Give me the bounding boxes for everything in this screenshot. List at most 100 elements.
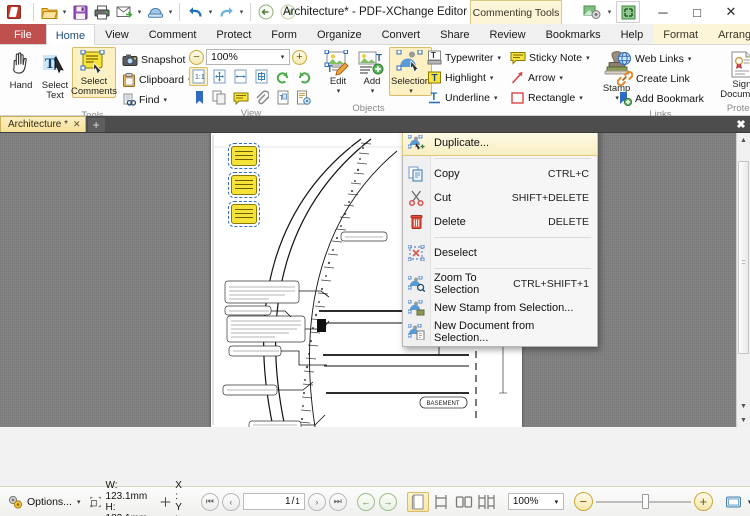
options-dropdown-arrow[interactable]: ▾ — [77, 498, 81, 506]
properties-pane-icon[interactable] — [294, 88, 313, 107]
two-page-icon[interactable] — [453, 492, 475, 512]
rectangle-button[interactable]: Rectangle ▾ — [507, 88, 593, 107]
sticky-note-button[interactable]: Sticky Note ▾ — [507, 48, 593, 67]
menu-item-new-stamp-from-selection[interactable]: New Stamp from Selection... — [403, 296, 597, 320]
rectangle-dropdown-arrow[interactable]: ▾ — [579, 94, 583, 102]
hand-tool-button[interactable]: Hand — [4, 47, 38, 92]
minimize-button[interactable]: ─ — [646, 1, 680, 24]
options-segment[interactable]: Options... ▾ — [2, 489, 85, 515]
find-dropdown-arrow[interactable]: ▾ — [163, 96, 167, 104]
tab-comment[interactable]: Comment — [139, 24, 207, 44]
status-zoom-dropdown-arrow[interactable]: ▾ — [550, 498, 563, 506]
tab-form[interactable]: Form — [261, 24, 307, 44]
share-dropdown-arrow[interactable]: ▾ — [605, 2, 614, 22]
new-document-tab-button[interactable]: + — [87, 118, 105, 132]
comments-pane-icon[interactable] — [231, 88, 250, 107]
email-dropdown-arrow[interactable]: ▾ — [135, 2, 144, 22]
highlight-button[interactable]: T Highlight ▾ — [424, 68, 504, 87]
zoom-slider[interactable] — [595, 493, 691, 511]
add-bookmark-button[interactable]: Add Bookmark — [614, 89, 707, 108]
attachments-pane-icon[interactable] — [252, 88, 271, 107]
continuous-icon[interactable] — [430, 492, 452, 512]
document-tab-close-icon[interactable]: ✕ — [73, 119, 81, 130]
print-icon[interactable] — [91, 2, 113, 22]
rotate-right-icon[interactable] — [294, 67, 313, 86]
create-link-button[interactable]: Create Link — [614, 69, 707, 88]
share-settings-icon[interactable] — [579, 1, 605, 23]
thumbnails-pane-icon[interactable] — [210, 88, 229, 107]
menu-item-cut[interactable]: Cut SHIFT+DELETE — [403, 186, 597, 210]
vertical-scrollbar[interactable]: ▲ ▼ ▼ — [736, 133, 750, 427]
arrow-button[interactable]: Arrow ▾ — [507, 68, 593, 87]
undo-icon[interactable] — [184, 2, 206, 22]
fit-width-icon[interactable] — [231, 67, 250, 86]
menu-item-delete[interactable]: Delete DELETE — [403, 210, 597, 234]
zoom-out-button[interactable]: − — [189, 49, 204, 65]
tab-organize[interactable]: Organize — [307, 24, 372, 44]
tab-file[interactable]: File — [0, 24, 46, 44]
menu-item-deselect[interactable]: Deselect — [403, 241, 597, 265]
page-number-input[interactable]: 1 / 1 — [242, 493, 305, 510]
next-page-button[interactable]: › — [307, 492, 326, 511]
last-page-button[interactable]: ⏭ — [328, 492, 347, 511]
tab-bookmarks[interactable]: Bookmarks — [536, 24, 611, 44]
menu-item-zoom-to-selection[interactable]: Zoom To Selection CTRL+SHIFT+1 — [403, 272, 597, 296]
zoom-in-button[interactable]: + — [292, 49, 307, 65]
selection-dropdown-arrow[interactable]: ▾ — [409, 87, 413, 95]
first-page-button[interactable]: ⏮ — [200, 492, 219, 511]
scan-dropdown-arrow[interactable]: ▾ — [166, 2, 175, 22]
status-zoom-out-button[interactable]: − — [573, 492, 593, 511]
find-button[interactable]: Find ▾ — [119, 90, 194, 109]
sign-document-button[interactable]: SignDocument — [715, 48, 750, 101]
fields-pane-icon[interactable]: T — [273, 88, 292, 107]
annotation-sticky-note-2[interactable] — [228, 201, 260, 227]
single-page-icon[interactable] — [406, 491, 429, 512]
maximize-button[interactable]: □ — [680, 1, 714, 24]
status-zoom-in-button[interactable]: + — [693, 492, 713, 511]
zoom-dropdown-arrow[interactable]: ▾ — [276, 53, 289, 61]
sticky-note-dropdown-arrow[interactable]: ▾ — [586, 54, 590, 62]
back-icon[interactable] — [255, 2, 277, 22]
select-comments-tool-button[interactable]: Select Comments — [71, 47, 117, 98]
underline-button[interactable]: T Underline ▾ — [424, 88, 504, 107]
highlight-dropdown-arrow[interactable]: ▾ — [490, 74, 494, 82]
edit-objects-button[interactable]: T Edit ▾ — [321, 47, 355, 96]
tab-arrange[interactable]: Arrange — [708, 24, 750, 44]
navigate-back-button[interactable]: ← — [356, 492, 375, 511]
annotation-sticky-note-1[interactable] — [228, 172, 260, 198]
edit-objects-dropdown-arrow[interactable]: ▾ — [337, 87, 341, 95]
typewriter-button[interactable]: T Typewriter ▾ — [424, 48, 504, 67]
forward-icon[interactable] — [277, 2, 299, 22]
document-view[interactable]: LIVING ROOM BASEMENT — [0, 133, 750, 427]
scroll-next-page-arrow[interactable]: ▼ — [737, 413, 750, 427]
web-links-button[interactable]: Web Links ▾ — [614, 49, 707, 68]
tab-review[interactable]: Review — [479, 24, 535, 44]
underline-dropdown-arrow[interactable]: ▾ — [494, 94, 498, 102]
full-screen-icon[interactable] — [616, 1, 640, 23]
add-objects-dropdown-arrow[interactable]: ▾ — [371, 87, 375, 95]
actual-size-icon[interactable]: 1:1 — [189, 67, 208, 86]
open-dropdown-arrow[interactable]: ▾ — [60, 2, 69, 22]
tab-share[interactable]: Share — [430, 24, 479, 44]
two-page-continuous-icon[interactable] — [476, 492, 498, 512]
scroll-up-arrow[interactable]: ▲ — [737, 133, 750, 147]
status-zoom-combobox[interactable]: 100% ▾ — [507, 493, 564, 510]
contextual-tab-commenting-tools[interactable]: Commenting Tools — [470, 0, 562, 24]
annotation-sound-attach[interactable] — [228, 143, 260, 169]
select-text-tool-button[interactable]: T Select Text — [38, 47, 72, 102]
zoom-slider-knob[interactable] — [642, 494, 650, 509]
menu-item-new-document-from-selection[interactable]: New Document from Selection... — [403, 320, 597, 344]
tab-format[interactable]: Format — [653, 24, 709, 44]
fit-visible-icon[interactable] — [252, 67, 271, 86]
menu-item-copy[interactable]: Copy CTRL+C — [403, 162, 597, 186]
tab-convert[interactable]: Convert — [372, 24, 431, 44]
bookmarks-pane-icon[interactable] — [189, 88, 208, 107]
undo-dropdown-arrow[interactable]: ▾ — [206, 2, 215, 22]
close-button[interactable]: ✕ — [714, 1, 748, 24]
save-icon[interactable] — [69, 2, 91, 22]
redo-dropdown-arrow[interactable]: ▾ — [237, 2, 246, 22]
zoom-level-segment[interactable]: 100% ▾ — [503, 489, 569, 515]
tab-view[interactable]: View — [95, 24, 139, 44]
close-all-tabs-button[interactable]: ✖ — [735, 118, 747, 131]
typewriter-dropdown-arrow[interactable]: ▾ — [497, 54, 501, 62]
